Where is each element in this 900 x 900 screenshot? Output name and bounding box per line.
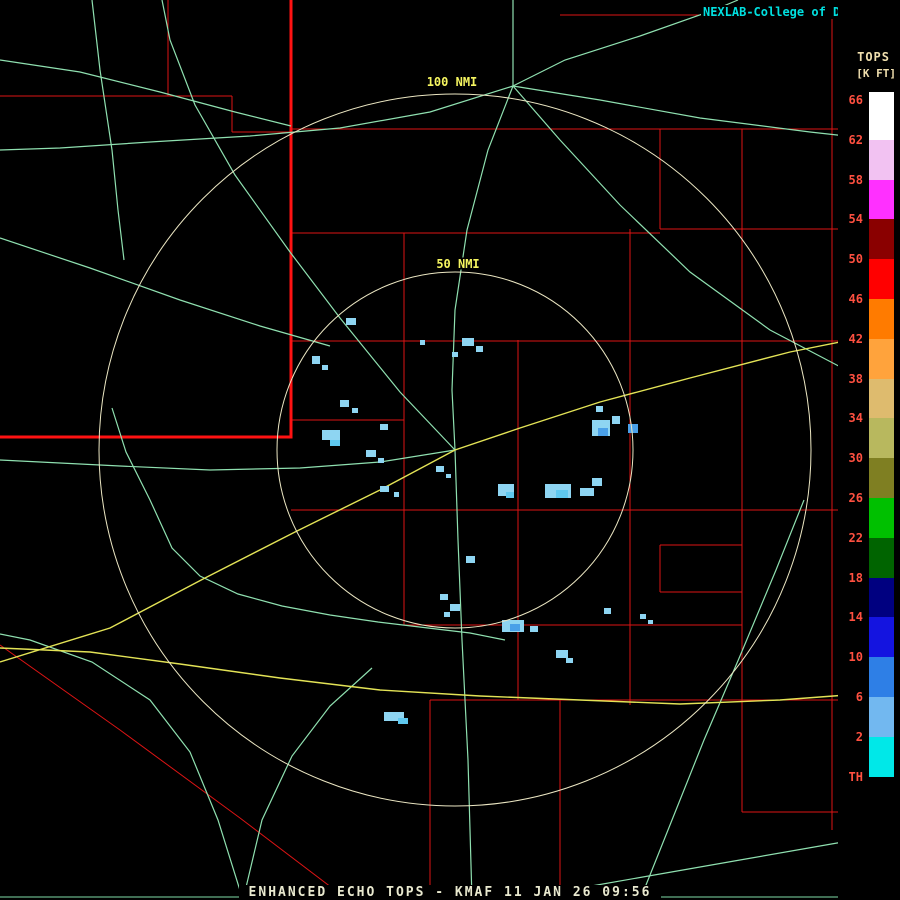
legend-band-62: [869, 139, 894, 180]
echo-cell: [446, 474, 451, 478]
caption-bar: ENHANCED ECHO TOPS - KMAF 11 JAN 26 09:5…: [0, 881, 900, 900]
echo-cell: [378, 458, 384, 463]
legend-band-54: [869, 219, 894, 260]
echo-cell: [312, 356, 320, 364]
legend-band-58: [869, 179, 894, 220]
road: [91, 0, 125, 261]
legend-units: [K FT]: [856, 67, 896, 80]
echo-cell: [440, 594, 448, 600]
echo-cell: [604, 608, 611, 614]
legend-band-26: [869, 497, 894, 538]
legend-band-30: [869, 458, 894, 498]
road: [0, 633, 244, 900]
county-line: [0, 644, 349, 900]
echo-cell: [556, 650, 568, 658]
legend-band-2: [869, 736, 894, 777]
echo-cell: [366, 450, 376, 457]
legend-label-22: 22: [848, 530, 863, 545]
echo-cell: [628, 424, 638, 433]
legend-band-10: [869, 657, 894, 697]
echo-cell: [640, 614, 646, 619]
echo-cell: [450, 604, 460, 611]
legend-label-42: 42: [848, 331, 863, 346]
legend-label-2: 2: [855, 729, 863, 744]
echo-cell: [476, 346, 483, 352]
legend-colorbar: [869, 92, 894, 797]
legend-label-50: 50: [848, 252, 863, 267]
road: [0, 237, 331, 347]
legend-label-34: 34: [848, 411, 863, 426]
road: [454, 449, 473, 900]
legend-label-62: 62: [848, 132, 863, 147]
echo-cell: [330, 440, 340, 446]
echo-cell: [580, 488, 594, 496]
legend-band-below-th: [869, 776, 894, 797]
legend-label-54: 54: [848, 212, 863, 227]
legend-band-42: [869, 338, 894, 379]
legend-band-22: [869, 537, 894, 578]
legend-label-18: 18: [848, 570, 863, 585]
echo-cell: [612, 416, 620, 424]
legend-band-6: [869, 696, 894, 737]
range-ring-label: 100 NMI: [427, 75, 478, 89]
legend-band-34: [869, 418, 894, 459]
product-caption: ENHANCED ECHO TOPS - KMAF 11 JAN 26 09:5…: [238, 885, 662, 900]
echo-cell: [566, 658, 573, 663]
legend-band-18: [869, 577, 894, 618]
echo-cell: [648, 620, 653, 624]
road: [161, 0, 456, 451]
legend-label-46: 46: [848, 292, 863, 306]
highway: [0, 647, 900, 705]
legend-panel: TOPS [K FT] 66 62 58 54 50 46 42 38 34 30 26 22 18 14…: [838, 0, 900, 900]
radar-map: 100 NMI 50 NMI: [0, 0, 900, 900]
legend-label-6: 6: [855, 690, 863, 704]
echo-cell: [444, 612, 450, 617]
echo-cell: [420, 340, 425, 345]
echo-cell: [596, 406, 603, 412]
echo-cell: [346, 318, 356, 325]
echo-cell: [592, 478, 602, 486]
echo-cell: [322, 365, 328, 370]
echo-cell: [340, 400, 349, 407]
legend-label-TH: TH: [848, 769, 863, 784]
state-border: [0, 0, 293, 439]
road: [111, 407, 506, 641]
road: [242, 667, 373, 900]
legend-label-10: 10: [848, 650, 863, 665]
legend-label-26: 26: [848, 491, 863, 505]
echo-cell: [380, 486, 389, 492]
legend-band-50: [869, 259, 894, 299]
echo-cell: [462, 338, 474, 346]
legend-label-58: 58: [848, 172, 863, 187]
legend-label-14: 14: [848, 610, 863, 625]
legend-band-38: [869, 378, 894, 419]
legend-label-66: 66: [848, 93, 863, 107]
echo-cell: [452, 352, 458, 357]
legend-band-46: [869, 298, 894, 339]
echo-cell: [322, 430, 340, 440]
legend-title: TOPS: [857, 50, 890, 64]
echo-cell: [398, 718, 408, 724]
legend-band-cap: [869, 92, 894, 100]
legend-band-14: [869, 617, 894, 658]
road: [0, 449, 456, 471]
echo-cell: [394, 492, 399, 497]
radar-display: 100 NMI50 NMI NEXLAB-College of DuPage ⚑…: [0, 0, 900, 900]
echo-cell: [436, 466, 444, 472]
range-ring-label: 50 NMI: [436, 257, 479, 271]
echo-cell: [510, 624, 520, 631]
road: [0, 59, 292, 127]
echo-cell: [506, 492, 514, 498]
echo-cell: [352, 408, 358, 413]
echo-cell: [380, 424, 388, 430]
echo-cell: [530, 626, 538, 632]
legend-label-38: 38: [848, 371, 863, 386]
echo-cell: [556, 490, 568, 498]
echo-cell: [466, 556, 475, 563]
legend-label-30: 30: [848, 451, 863, 466]
legend-band-66: [869, 100, 894, 140]
echo-cell: [598, 428, 608, 436]
